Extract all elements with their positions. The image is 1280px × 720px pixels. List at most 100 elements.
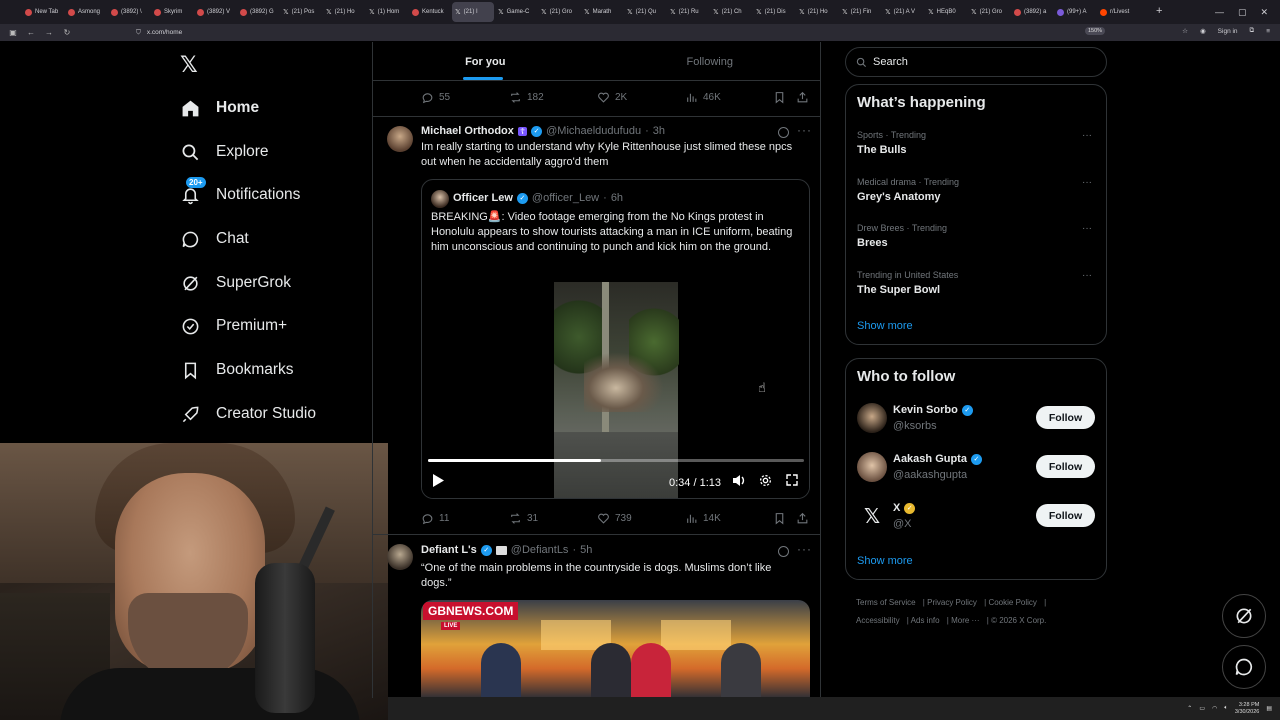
browser-tab[interactable]: (3892) a	[1011, 2, 1053, 22]
sidebar-item-notifications[interactable]: 20+ Notifications	[180, 177, 300, 207]
sidebar-item-supergrok[interactable]: SuperGrok	[180, 271, 291, 295]
extensions-icon[interactable]: ⧉	[1250, 27, 1255, 35]
browser-tab[interactable]: 𝕏 (21) Ru	[667, 2, 709, 22]
browser-tab[interactable]: 𝕏 Marath	[581, 2, 623, 22]
follow-button[interactable]: Follow	[1036, 406, 1095, 429]
browser-tab[interactable]: New Tab	[22, 2, 64, 22]
x-logo-icon[interactable]: 𝕏	[180, 52, 198, 78]
browser-tab[interactable]: 𝕏 (21) Pos	[280, 2, 322, 22]
sidebar-item-explore[interactable]: Explore	[180, 140, 269, 164]
tray-expand-icon[interactable]: ⌃	[1187, 705, 1192, 712]
browser-tab[interactable]: 𝕏 (21) Gro	[538, 2, 580, 22]
grok-fab-button[interactable]	[1222, 594, 1266, 638]
bookmark-button[interactable]	[773, 91, 786, 104]
browser-tab[interactable]: 𝕏 (21) Fin	[839, 2, 881, 22]
avatar[interactable]	[387, 544, 413, 570]
show-more-link[interactable]: Show more	[857, 320, 913, 332]
repost-button[interactable]: 182	[509, 91, 544, 104]
footer-link-ads[interactable]: Ads info	[911, 616, 940, 625]
more-options-icon[interactable]: ···	[797, 123, 812, 137]
follow-suggestion-name[interactable]: Aakash Gupta ✓	[893, 453, 982, 465]
browser-tab[interactable]: (3892) G	[237, 2, 279, 22]
quoted-tweet[interactable]: Officer Lew ✓ @officer_Lew · 6h BREAKING…	[421, 179, 810, 499]
repost-button[interactable]: 31	[509, 512, 538, 525]
author-name[interactable]: Defiant L's	[421, 544, 477, 556]
speaker-icon[interactable]: 🔈︎	[1224, 705, 1228, 712]
maximize-button[interactable]: ▢	[1238, 7, 1247, 18]
url-bar[interactable]: ⛉ x.com/home	[136, 26, 1126, 39]
forward-button[interactable]: →	[40, 28, 58, 37]
menu-icon[interactable]: ≡	[1266, 28, 1270, 35]
browser-tab[interactable]: 𝕏 (21) Gro	[968, 2, 1010, 22]
browser-tab[interactable]: 𝕏 (21) Qu	[624, 2, 666, 22]
back-button[interactable]: ←	[22, 28, 40, 37]
search-input[interactable]: Search	[845, 47, 1107, 77]
footer-link-privacy[interactable]: Privacy Policy	[927, 598, 977, 607]
taskbar-clock[interactable]: 3:28 PM 3/30/2026	[1235, 702, 1259, 716]
sidebar-item-bookmarks[interactable]: Bookmarks	[180, 358, 294, 382]
browser-tab[interactable]: 𝕏 (21) Dis	[753, 2, 795, 22]
sidebar-item-home[interactable]: Home	[180, 96, 259, 120]
tab-following[interactable]: Following	[598, 42, 821, 80]
x-logo-icon[interactable]: 𝕏	[857, 501, 887, 531]
new-tab-button[interactable]: +	[1156, 5, 1162, 17]
reply-button[interactable]: 11	[421, 512, 449, 525]
zoom-level[interactable]: 150%	[1085, 27, 1106, 35]
trend-name[interactable]: The Bulls	[857, 144, 907, 156]
more-options-icon[interactable]: ···	[1082, 223, 1092, 234]
bookmark-star-icon[interactable]: ☆	[1182, 27, 1188, 35]
volume-button[interactable]	[732, 474, 746, 487]
grok-icon[interactable]	[778, 127, 789, 138]
tweet-media-image[interactable]: GBNEWS.COM LIVE	[421, 600, 810, 698]
reload-button[interactable]: ↻	[58, 28, 76, 37]
avatar[interactable]	[857, 403, 887, 433]
like-button[interactable]: 2K	[597, 91, 627, 104]
browser-tab[interactable]: 𝕏 (21) I	[452, 2, 494, 22]
avatar[interactable]	[387, 126, 413, 152]
author-handle[interactable]: @Michaeldudufudu	[546, 125, 641, 137]
share-button[interactable]	[796, 91, 809, 104]
close-window-button[interactable]: ✕	[1260, 7, 1268, 18]
browser-tab[interactable]: 𝕏 (21) Ch	[710, 2, 752, 22]
browser-tab[interactable]: 𝕏 (21) A V	[882, 2, 924, 22]
sidebar-item-premium[interactable]: Premium+	[180, 314, 287, 338]
author-handle[interactable]: @DefiantLs	[511, 544, 569, 556]
more-options-icon[interactable]: ···	[797, 542, 812, 556]
sign-in-link[interactable]: Sign in	[1218, 28, 1238, 35]
video-player[interactable]: 0:34 / 1:13	[422, 282, 809, 498]
avatar[interactable]	[857, 452, 887, 482]
browser-tab[interactable]: 𝕏 (21) Ho	[796, 2, 838, 22]
trend-name[interactable]: The Super Bowl	[857, 284, 940, 296]
follow-button[interactable]: Follow	[1036, 504, 1095, 527]
browser-tab[interactable]: (3892) V	[194, 2, 236, 22]
like-button[interactable]: 739	[597, 512, 632, 525]
browser-tab[interactable]: 𝕏 HEqB0	[925, 2, 967, 22]
browser-tab[interactable]: Asmong	[65, 2, 107, 22]
footer-link-more[interactable]: More ···	[951, 616, 979, 625]
views-button[interactable]: 14K	[685, 512, 721, 525]
fullscreen-button[interactable]	[786, 474, 798, 486]
more-options-icon[interactable]: ···	[1082, 130, 1092, 141]
follow-suggestion-name[interactable]: Kevin Sorbo ✓	[893, 404, 973, 416]
reply-button[interactable]: 55	[421, 91, 450, 104]
browser-tab[interactable]: r/Livest	[1097, 2, 1139, 22]
browser-tab[interactable]: Kentuck	[409, 2, 451, 22]
browser-tab[interactable]: 𝕏 (21) Ho	[323, 2, 365, 22]
views-button[interactable]: 46K	[685, 91, 721, 104]
settings-button[interactable]	[759, 474, 772, 487]
follow-button[interactable]: Follow	[1036, 455, 1095, 478]
bookmark-button[interactable]	[773, 512, 786, 525]
grok-icon[interactable]	[778, 546, 789, 557]
video-progress-bar[interactable]	[428, 459, 804, 462]
more-options-icon[interactable]: ···	[1082, 270, 1092, 281]
browser-tab[interactable]: 𝕏 Game-C	[495, 2, 537, 22]
footer-link-terms[interactable]: Terms of Service	[856, 598, 916, 607]
browser-tab[interactable]: (99+) A	[1054, 2, 1096, 22]
author-name[interactable]: Michael Orthodox	[421, 125, 514, 137]
share-button[interactable]	[796, 512, 809, 525]
show-more-link[interactable]: Show more	[857, 555, 913, 567]
sidebar-item-chat[interactable]: Chat	[180, 227, 249, 251]
footer-link-cookies[interactable]: Cookie Policy	[988, 598, 1036, 607]
trend-name[interactable]: Grey's Anatomy	[857, 191, 941, 203]
tweet-time[interactable]: 5h	[580, 544, 592, 556]
